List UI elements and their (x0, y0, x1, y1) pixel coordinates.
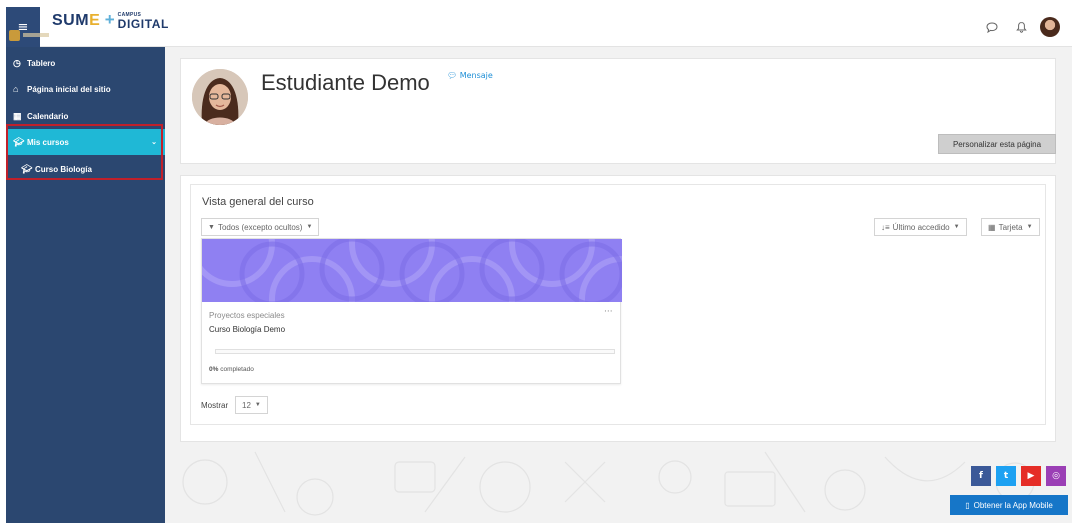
user-avatar[interactable] (1040, 17, 1060, 37)
seal-icon (9, 30, 20, 41)
sidebar-item-label: Calendario (27, 111, 69, 121)
bell-icon[interactable] (1010, 7, 1032, 47)
filter-label: Todos (excepto ocultos) (217, 222, 303, 232)
course-card[interactable]: Proyectos especiales ··· Curso Biología … (201, 238, 622, 384)
calendar-icon: ▦ (13, 110, 22, 121)
site-logo[interactable]: SUM E + CAMPUS DIGITAL (52, 10, 169, 44)
twitter-icon[interactable]: t (996, 466, 1016, 486)
grid-icon: ▦ (988, 222, 996, 232)
twitter-glyph: t (1003, 471, 1009, 481)
profile-name: Estudiante Demo (261, 70, 430, 95)
sidebar: ◷ Tablero ⌂ Página inicial del sitio ▦ C… (6, 47, 165, 523)
profile-avatar (192, 69, 248, 125)
seal-caption (23, 33, 49, 37)
caret-down-icon: ▼ (254, 402, 261, 408)
customize-page-button[interactable]: Personalizar esta página (938, 134, 1056, 154)
home-icon: ⌂ (13, 84, 19, 94)
main-content: Estudiante Demo 💬︎ Mensaje Personalizar … (165, 47, 1072, 523)
sidebar-item-tablero[interactable]: ◷ Tablero (6, 50, 165, 76)
profile-header-card: Estudiante Demo 💬︎ Mensaje Personalizar … (180, 58, 1056, 164)
youtube-icon[interactable]: ▶ (1021, 466, 1041, 486)
instagram-icon[interactable]: ◎ (1046, 466, 1066, 486)
course-menu-icon[interactable]: ··· (604, 307, 613, 317)
course-category: Proyectos especiales (209, 311, 285, 320)
background-doodles (182, 451, 1035, 516)
filter-icon: ▼ (208, 223, 215, 231)
show-count-dropdown[interactable]: 12 ▼ (235, 396, 268, 414)
facebook-glyph: f (979, 471, 983, 481)
sort-label: Último accedido (892, 222, 950, 232)
progress-percent: 0% (209, 366, 219, 373)
sort-dropdown[interactable]: ↓≡ Último accedido ▼ (874, 218, 967, 236)
brand-sum: SUM (52, 12, 90, 29)
sidebar-item-home[interactable]: ⌂ Página inicial del sitio (6, 76, 165, 102)
course-overview-card: Vista general del curso ▼ Todos (excepto… (190, 184, 1046, 425)
course-overview-block: Vista general del curso ▼ Todos (excepto… (180, 175, 1056, 442)
show-label: Mostrar (201, 401, 229, 410)
brand-plus: + (104, 10, 115, 29)
course-progress-label: 0% completado (209, 366, 254, 373)
instagram-glyph: ◎ (1052, 471, 1060, 481)
course-overview-title: Vista general del curso (202, 196, 314, 208)
filter-dropdown[interactable]: ▼ Todos (excepto ocultos) ▼ (201, 218, 320, 236)
progress-text: completado (218, 366, 254, 373)
chat-icon[interactable] (981, 7, 1003, 47)
view-label: Tarjeta (998, 222, 1023, 232)
top-navbar: ≡ SUM E + CAMPUS DIGITAL (6, 7, 1072, 47)
get-mobile-app-button[interactable]: ▯ Obtener la App Mobile (950, 495, 1068, 515)
mobile-icon: ▯ (965, 500, 970, 510)
chat-icon: 💬︎ (447, 71, 458, 80)
course-name-link[interactable]: Curso Biología Demo (209, 325, 285, 334)
sidebar-item-label: Tablero (27, 58, 56, 68)
brand-digital: DIGITAL (117, 17, 169, 31)
caret-down-icon: ▼ (953, 224, 960, 230)
sidebar-item-label: Página inicial del sitio (27, 84, 111, 94)
app-button-label: Obtener la App Mobile (973, 500, 1053, 510)
view-dropdown[interactable]: ▦ Tarjeta ▼ (981, 218, 1040, 236)
hamburger-icon[interactable]: ≡ (6, 7, 40, 47)
caret-down-icon: ▼ (1026, 224, 1033, 230)
highlight-box (6, 124, 163, 180)
show-count-value: 12 (242, 400, 251, 410)
course-image[interactable] (202, 239, 622, 302)
message-link[interactable]: 💬︎ Mensaje (447, 71, 493, 80)
facebook-icon[interactable]: f (971, 466, 991, 486)
caret-down-icon: ▼ (306, 224, 313, 230)
brand-e: E (89, 12, 100, 29)
sort-icon: ↓≡ (881, 222, 890, 232)
message-label: Mensaje (459, 71, 493, 80)
course-progress-bar (215, 349, 615, 354)
dashboard-icon: ◷ (13, 57, 21, 68)
youtube-glyph: ▶ (1027, 471, 1035, 481)
